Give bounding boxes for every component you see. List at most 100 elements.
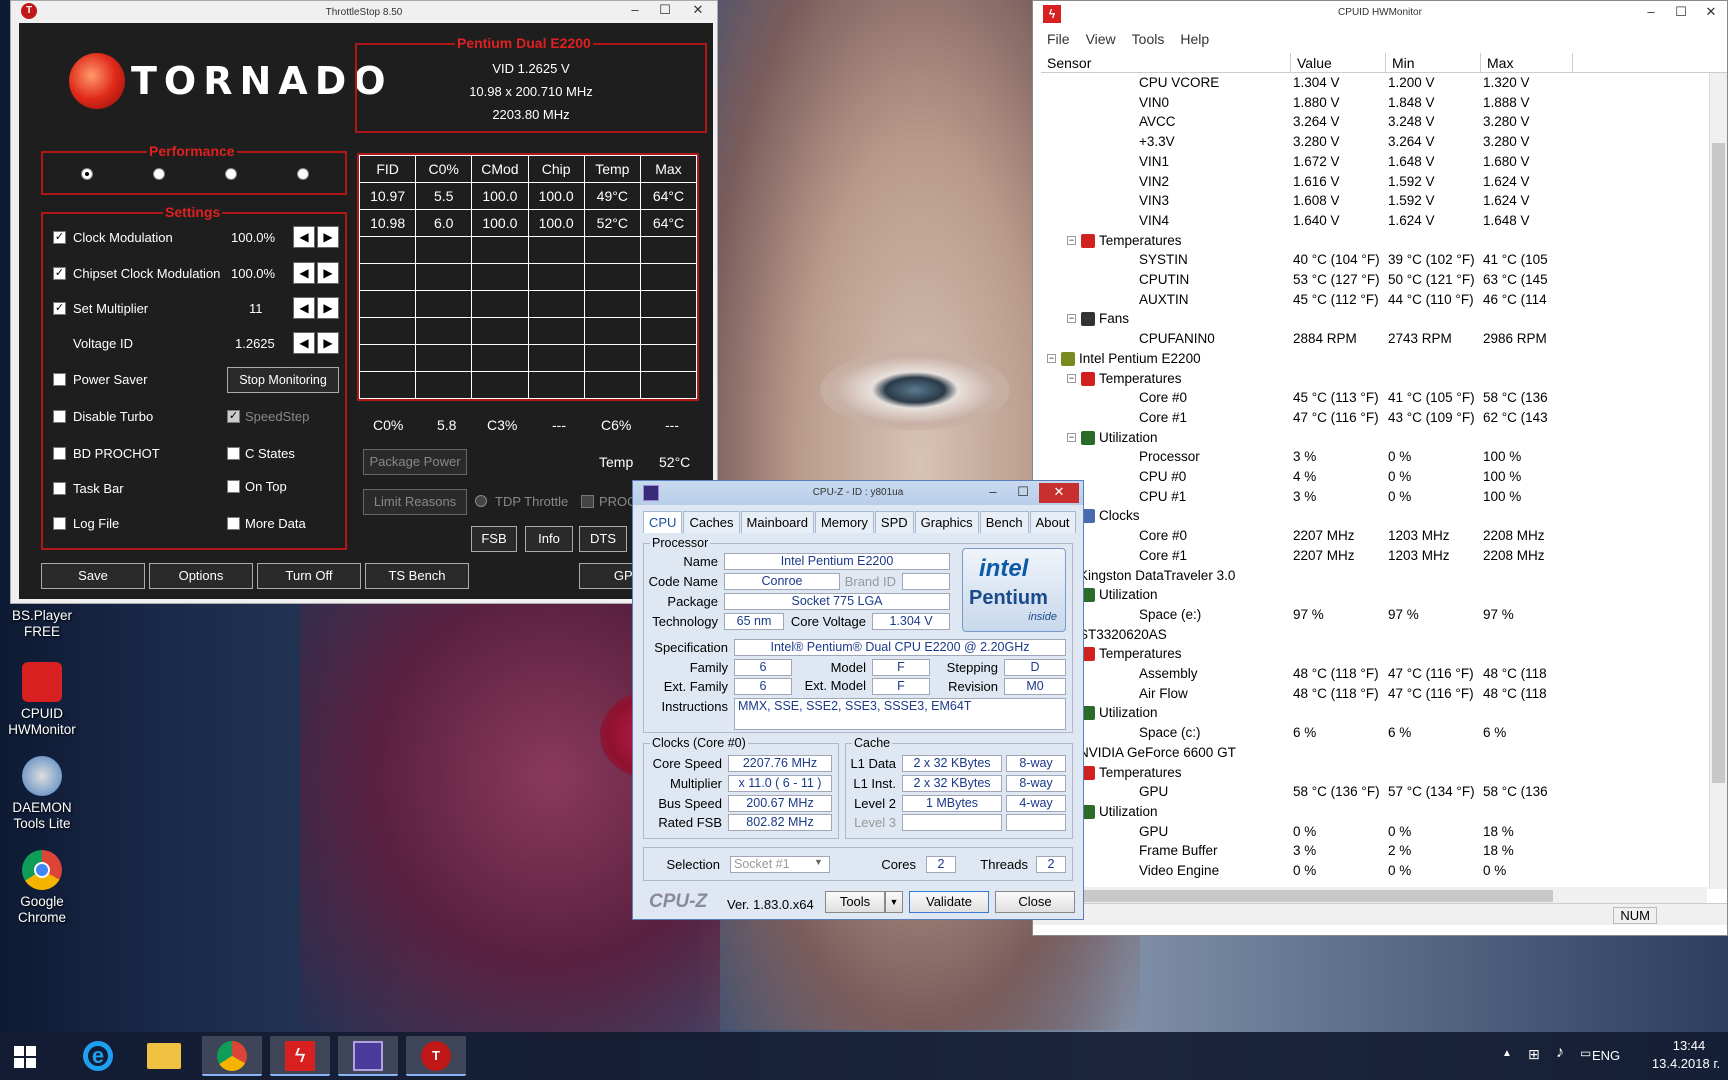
tab-graphics[interactable]: Graphics	[914, 511, 979, 533]
sensor-row[interactable]: −Utilization	[1041, 585, 1707, 605]
network-icon[interactable]: ⊞	[1528, 1046, 1540, 1063]
tools-button[interactable]: Tools	[825, 891, 885, 913]
minimize-button[interactable]: –	[1635, 3, 1667, 23]
prochot-checkbox[interactable]	[581, 495, 594, 508]
sensor-row[interactable]: −Utilization	[1041, 802, 1707, 822]
power-saver-checkbox[interactable]	[53, 373, 66, 386]
column-header-sensor[interactable]: Sensor	[1041, 53, 1291, 72]
language-indicator[interactable]: ENG	[1592, 1048, 1620, 1063]
close-button[interactable]: ✕	[1039, 483, 1079, 503]
tab-memory[interactable]: Memory	[814, 511, 874, 533]
sensor-row[interactable]: −Clocks	[1041, 506, 1707, 526]
sensor-row[interactable]: Assembly 48 °C (118 °F) 47 °C (116 °F) 48 °…	[1041, 664, 1707, 684]
sensor-row[interactable]: − Fans	[1041, 309, 1707, 329]
profile-radio-1[interactable]	[81, 168, 93, 180]
volume-icon[interactable]: ♪	[1556, 1044, 1564, 1062]
on-top-checkbox[interactable]	[227, 480, 240, 493]
sensor-row[interactable]: −Utilization	[1041, 428, 1707, 448]
sensor-row[interactable]: CPU #0 4 % 0 % 100 %	[1041, 467, 1707, 487]
minimize-button[interactable]: –	[977, 483, 1009, 503]
fsb-button[interactable]: FSB	[471, 526, 517, 552]
desktop-icon-bsplayer[interactable]: BS.Player FREE	[0, 608, 84, 640]
sensor-row[interactable]: GPU 58 °C (136 °F) 57 °C (134 °F) 58 °C (13…	[1041, 782, 1707, 802]
sensor-row[interactable]: Frame Buffer 3 % 2 % 18 %	[1041, 841, 1707, 861]
sensor-row[interactable]: VIN1 1.672 V 1.648 V 1.680 V	[1041, 152, 1707, 172]
sensor-row[interactable]: Space (c:) 6 % 6 % 6 %	[1041, 723, 1707, 743]
sensor-row[interactable]: VIN3 1.608 V 1.592 V 1.624 V	[1041, 191, 1707, 211]
speedstep-checkbox[interactable]: ✓	[227, 410, 240, 423]
sensor-row[interactable]: CPU VCORE 1.304 V 1.200 V 1.320 V	[1041, 73, 1707, 93]
close-button[interactable]: ✕	[1695, 3, 1727, 23]
sensor-row[interactable]: +3.3V 3.280 V 3.264 V 3.280 V	[1041, 132, 1707, 152]
chevron-down-icon[interactable]: ▼	[814, 857, 823, 867]
decrease-arrow-button[interactable]: ◀	[293, 332, 315, 354]
sensor-row[interactable]: AUXTIN 45 °C (112 °F) 44 °C (110 °F) 46 °C …	[1041, 290, 1707, 310]
disable-turbo-checkbox[interactable]	[53, 410, 66, 423]
vertical-scrollbar[interactable]	[1709, 73, 1727, 889]
sensor-row[interactable]: AVCC 3.264 V 3.248 V 3.280 V	[1041, 112, 1707, 132]
hwmonitor-taskbar-icon[interactable]: ϟ	[270, 1036, 330, 1076]
sensor-row[interactable]: Core #1 47 °C (116 °F) 43 °C (109 °F) 62 °C…	[1041, 408, 1707, 428]
bd-prochot-checkbox[interactable]	[53, 447, 66, 460]
maximize-button[interactable]: ☐	[1665, 3, 1697, 23]
set-multiplier-checkbox[interactable]: ✓	[53, 302, 66, 315]
hwmonitor-titlebar[interactable]: ϟ CPUID HWMonitor – ☐ ✕	[1033, 1, 1727, 27]
sensor-row[interactable]: Core #1 2207 MHz 1203 MHz 2208 MHz	[1041, 546, 1707, 566]
tab-bench[interactable]: Bench	[979, 511, 1029, 533]
tab-cpu[interactable]: CPU	[643, 511, 683, 533]
tools-dropdown-button[interactable]: ▼	[885, 891, 903, 913]
chrome-taskbar-icon[interactable]	[202, 1036, 262, 1076]
sensor-row[interactable]: −Temperatures	[1041, 231, 1707, 251]
start-windows-icon[interactable]	[14, 1046, 36, 1068]
clock-date[interactable]: 13.4.2018 г.	[1646, 1056, 1726, 1071]
cpuz-taskbar-icon[interactable]	[338, 1036, 398, 1076]
tree-toggle-icon[interactable]: −	[1047, 353, 1056, 363]
throttlestop-titlebar[interactable]: T ThrottleStop 8.50 – ☐ ✕	[11, 1, 717, 23]
sensor-row[interactable]: −Temperatures	[1041, 763, 1707, 783]
dts-button[interactable]: DTS	[579, 526, 627, 552]
sensor-row[interactable]: CPU #1 3 % 0 % 100 %	[1041, 487, 1707, 507]
sensor-row[interactable]: − Intel Pentium E2200	[1041, 349, 1707, 369]
sensor-row[interactable]: CPUFANIN0 2884 RPM 2743 RPM 2986 RPM	[1041, 329, 1707, 349]
c-states-checkbox[interactable]	[227, 447, 240, 460]
sensor-row[interactable]: −Temperatures	[1041, 369, 1707, 389]
decrease-arrow-button[interactable]: ◀	[293, 262, 315, 284]
column-header-max[interactable]: Max	[1481, 53, 1573, 72]
internet-explorer-icon[interactable]: e	[68, 1036, 128, 1076]
turn-off-button[interactable]: Turn Off	[257, 563, 361, 589]
tab-mainboard[interactable]: Mainboard	[740, 511, 814, 533]
sensor-row[interactable]: −NVIDIA GeForce 6600 GT	[1041, 743, 1707, 763]
decrease-arrow-button[interactable]: ◀	[293, 297, 315, 319]
tab-caches[interactable]: Caches	[683, 511, 740, 533]
desktop-icon-daemon-tools[interactable]: DAEMON Tools Lite	[0, 756, 84, 832]
info-button[interactable]: Info	[525, 526, 573, 552]
tree-toggle-icon[interactable]: −	[1067, 314, 1076, 324]
cpuz-titlebar[interactable]: CPU-Z - ID : y801ua – ☐ ✕	[633, 481, 1083, 505]
validate-button[interactable]: Validate	[909, 891, 989, 913]
menu-tools[interactable]: Tools	[1132, 31, 1165, 47]
column-header-min[interactable]: Min	[1386, 53, 1481, 72]
action-center-icon[interactable]: ▭	[1580, 1046, 1591, 1060]
sensor-row[interactable]: CPUTIN 53 °C (127 °F) 50 °C (121 °F) 63 °C …	[1041, 270, 1707, 290]
chipset-clock-modulation-checkbox[interactable]: ✓	[53, 267, 66, 280]
sensor-row[interactable]: −Utilization	[1041, 703, 1707, 723]
decrease-arrow-button[interactable]: ◀	[293, 226, 315, 248]
log-file-checkbox[interactable]	[53, 517, 66, 530]
options-button[interactable]: Options	[149, 563, 253, 589]
tree-toggle-icon[interactable]: −	[1067, 432, 1076, 442]
profile-radio-2[interactable]	[153, 168, 165, 180]
sensor-row[interactable]: −ST3320620AS	[1041, 625, 1707, 645]
maximize-button[interactable]: ☐	[649, 1, 681, 21]
increase-arrow-button[interactable]: ▶	[317, 226, 339, 248]
sensor-row[interactable]: VIN4 1.640 V 1.624 V 1.648 V	[1041, 211, 1707, 231]
stop-monitoring-button[interactable]: Stop Monitoring	[227, 367, 339, 393]
menu-file[interactable]: File	[1047, 31, 1070, 47]
sensor-row[interactable]: VIN2 1.616 V 1.592 V 1.624 V	[1041, 172, 1707, 192]
sensor-row[interactable]: SYSTIN 40 °C (104 °F) 39 °C (102 °F) 41 °C …	[1041, 250, 1707, 270]
maximize-button[interactable]: ☐	[1007, 483, 1039, 503]
file-explorer-icon[interactable]	[134, 1036, 194, 1076]
show-hidden-icons-chevron-icon[interactable]: ▲	[1502, 1048, 1512, 1059]
menu-help[interactable]: Help	[1180, 31, 1209, 47]
sensor-row[interactable]: Space (e:) 97 % 97 % 97 %	[1041, 605, 1707, 625]
sensor-row[interactable]: Video Engine 0 % 0 % 0 %	[1041, 861, 1707, 881]
